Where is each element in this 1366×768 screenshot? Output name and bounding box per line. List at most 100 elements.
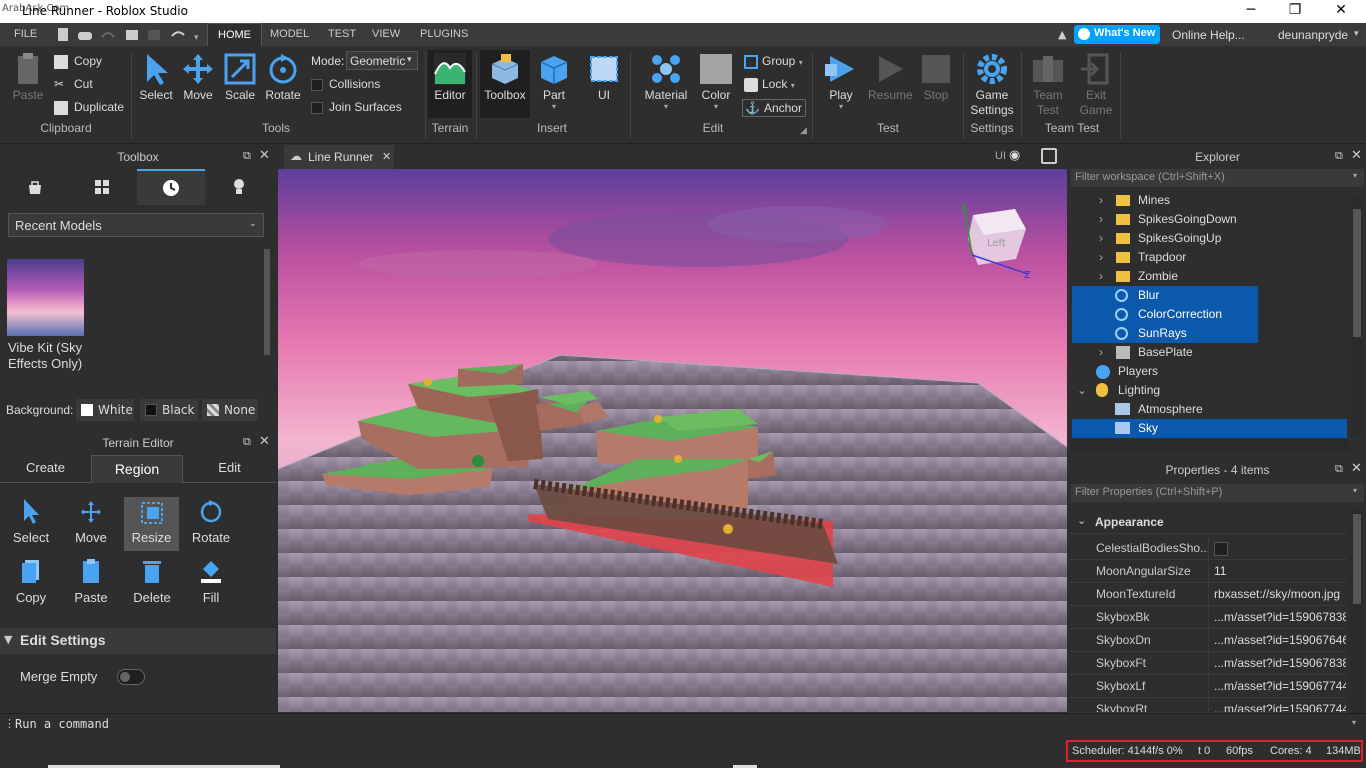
game-settings-button[interactable]: Game Settings [966,52,1018,118]
toolbox-tab-recent[interactable] [137,169,205,205]
maximize-button[interactable]: ❐ [1272,2,1318,22]
paste-button[interactable]: Paste [10,52,46,102]
tree-item-colorcorrection[interactable]: ColorCorrection [1072,305,1258,324]
property-row[interactable]: SkyboxDn ...m/asset?id=159067646 [1069,629,1347,652]
terrain-delete-tool[interactable]: Delete [122,557,182,613]
copy-button[interactable]: Copy [54,54,102,69]
terrain-copy-tool[interactable]: Copy [1,557,61,613]
terrain-resize-tool[interactable]: Resize [124,497,179,551]
tree-item-zombie[interactable]: › Zombie [1069,267,1255,286]
scrollbar-thumb[interactable] [1353,514,1361,604]
terrain-tab-region[interactable]: Region [91,455,183,483]
edit-settings-expand-icon[interactable]: ◢ [800,126,807,136]
tab-model[interactable]: MODEL [260,23,319,46]
resume-button[interactable]: Resume [868,52,913,102]
tree-item-trapdoor[interactable]: › Trapdoor [1069,248,1255,267]
tab-plugins[interactable]: PLUGINS [410,23,478,46]
terrain-float-icon[interactable]: ⧉ [243,435,251,449]
expand-arrow-icon[interactable]: › [1099,191,1103,210]
color-button[interactable]: Color ▾ [697,52,735,111]
online-help-link[interactable]: Online Help... [1172,28,1245,42]
color-dropdown-icon[interactable]: ▾ [697,102,735,111]
lock-button[interactable]: Lock ▾ [744,77,795,92]
scale-tool-button[interactable]: Scale [222,52,258,102]
expand-arrow-icon[interactable]: › [1099,229,1103,248]
explorer-scrollbar[interactable] [1351,197,1363,435]
background-white-option[interactable]: White [76,399,134,421]
property-row[interactable]: SkyboxLf ...m/asset?id=159067744 [1069,675,1347,698]
command-input[interactable]: Run a command [15,717,109,731]
command-dropdown-icon[interactable]: ▾ [1352,718,1356,727]
terrain-editor-button[interactable]: Editor [428,50,472,118]
toolbox-tab-marketplace[interactable] [68,169,136,205]
tree-item-mines[interactable]: › Mines [1069,191,1255,210]
join-surfaces-toggle[interactable]: Join Surfaces [311,100,402,114]
tree-item-sunrays[interactable]: SunRays [1072,324,1258,343]
ui-button[interactable]: UI [588,52,620,102]
background-black-option[interactable]: Black [140,399,198,421]
rotate-tool-button[interactable]: Rotate [263,52,303,102]
property-row[interactable]: CelestialBodiesSho... [1069,537,1347,560]
properties-float-icon[interactable]: ⧉ [1335,462,1343,476]
join-surfaces-checkbox[interactable] [311,101,323,114]
cut-button[interactable]: ✂ Cut [54,77,93,91]
group-button[interactable]: Group ▾ [744,54,803,69]
tree-item-players[interactable]: Players [1069,362,1255,381]
explorer-close-icon[interactable]: ✕ [1351,148,1362,163]
properties-scrollbar[interactable] [1351,510,1363,713]
whats-new-button[interactable]: What's New [1074,25,1160,44]
merge-empty-toggle[interactable] [117,669,145,685]
exit-game-button[interactable]: Exit Game [1074,52,1118,118]
stop-button[interactable]: Stop [916,52,956,102]
collisions-checkbox[interactable] [311,78,323,91]
terrain-close-icon[interactable]: ✕ [259,434,270,449]
collisions-toggle[interactable]: Collisions [311,77,380,91]
scrollbar-thumb[interactable] [1353,209,1361,337]
document-tab-line-runner[interactable]: ☁ Line Runner ✕ [284,145,394,169]
filter-dropdown-icon[interactable]: ▾ [1353,171,1357,180]
username[interactable]: deunanpryde [1278,28,1348,42]
toolbox-category-dropdown[interactable]: Recent Models ⌄ [8,213,264,237]
edit-settings-header[interactable]: ▼ Edit Settings [0,628,276,654]
toolbox-float-icon[interactable]: ⧉ [243,149,251,163]
expand-arrow-icon[interactable]: › [1099,248,1103,267]
tree-item-atmosphere[interactable]: Atmosphere [1069,400,1255,419]
vibe-kit-title[interactable]: Vibe Kit (Sky Effects Only) [8,340,98,372]
mode-dropdown[interactable]: Geometric ▾ [346,51,418,70]
explorer-hscrollbar[interactable] [1071,439,1349,451]
toolbox-tab-creations[interactable] [205,169,273,205]
tree-item-sky[interactable]: Sky [1072,419,1347,438]
properties-filter-input[interactable]: Filter Properties (Ctrl+Shift+P) ▾ [1071,484,1364,502]
minimize-button[interactable]: ─ [1228,2,1274,22]
property-row[interactable]: SkyboxFt ...m/asset?id=159067838 [1069,652,1347,675]
terrain-tab-create[interactable]: Create [0,455,91,483]
toolbox-tab-inventory[interactable] [0,169,68,205]
property-row[interactable]: MoonTextureId rbxasset://sky/moon.jpg [1069,583,1347,606]
expand-arrow-icon[interactable]: › [1099,343,1103,362]
part-dropdown-icon[interactable]: ▾ [536,102,572,111]
tree-item-baseplate[interactable]: › BasePlate [1069,343,1255,362]
toolbox-scrollbar[interactable] [264,249,270,355]
terrain-paste-tool[interactable]: Paste [61,557,121,613]
close-tab-icon[interactable]: ✕ [382,150,391,163]
property-row[interactable]: MoonAngularSize 11 [1069,560,1347,583]
tab-test[interactable]: TEST [318,23,366,46]
team-test-button[interactable]: Team Test [1026,52,1070,118]
material-button[interactable]: Material ▾ [642,52,690,111]
device-emulator-icon[interactable] [1041,148,1057,164]
user-chevron-icon[interactable]: ▾ [1354,29,1359,39]
ui-visibility-label[interactable]: UI [995,150,1006,162]
tree-item-blur[interactable]: Blur [1072,286,1258,305]
terrain-move-tool[interactable]: Move [61,497,121,553]
play-button[interactable]: Play ▾ [820,52,862,111]
tree-item-spikesgoingup[interactable]: › SpikesGoingUp [1069,229,1255,248]
appearance-section-header[interactable]: ⌄ Appearance [1069,510,1347,534]
filter-dropdown-icon[interactable]: ▾ [1353,486,1357,495]
part-button[interactable]: Part ▾ [536,52,572,111]
anchor-button[interactable]: ⚓ Anchor [742,99,806,117]
background-none-option[interactable]: None [202,399,258,421]
material-dropdown-icon[interactable]: ▾ [642,102,690,111]
tree-item-spikesgoingdown[interactable]: › SpikesGoingDown [1069,210,1255,229]
tab-home[interactable]: HOME [207,23,262,46]
tree-item-lighting[interactable]: ⌄ Lighting [1069,381,1255,400]
